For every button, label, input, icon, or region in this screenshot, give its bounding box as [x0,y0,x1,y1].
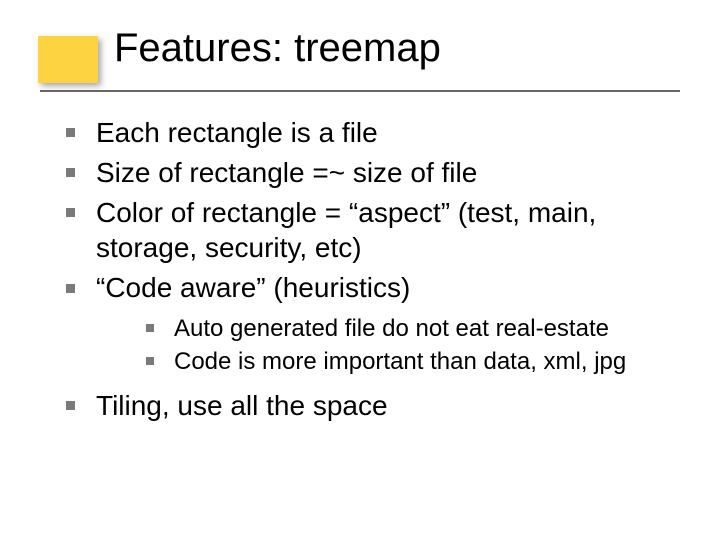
bullet-text: Size of rectangle =~ size of file [96,157,477,188]
bullet-item: “Code aware” (heuristics) Auto generated… [62,270,672,377]
bullet-text: Tiling, use all the space [96,390,388,421]
bullet-text: “Code aware” (heuristics) [96,272,410,303]
bullet-text: Each rectangle is a file [96,117,378,148]
title-underline [40,90,680,92]
accent-square [38,36,98,83]
slide-body: Each rectangle is a file Size of rectang… [62,115,672,427]
bullet-item: Each rectangle is a file [62,115,672,151]
sub-bullet-text: Auto generated file do not eat real-esta… [174,315,609,342]
sub-bullet-item: Auto generated file do not eat real-esta… [144,314,672,345]
slide: Features: treemap Each rectangle is a fi… [0,0,720,540]
bullet-text: Color of rectangle = “aspect” (test, mai… [96,197,596,264]
bullet-item: Size of rectangle =~ size of file [62,155,672,191]
sub-bullet-item: Code is more important than data, xml, j… [144,347,672,378]
bullet-item: Color of rectangle = “aspect” (test, mai… [62,195,672,267]
bullet-item: Tiling, use all the space [62,388,672,424]
sub-bullet-text: Code is more important than data, xml, j… [174,348,626,375]
slide-title: Features: treemap [114,26,441,71]
